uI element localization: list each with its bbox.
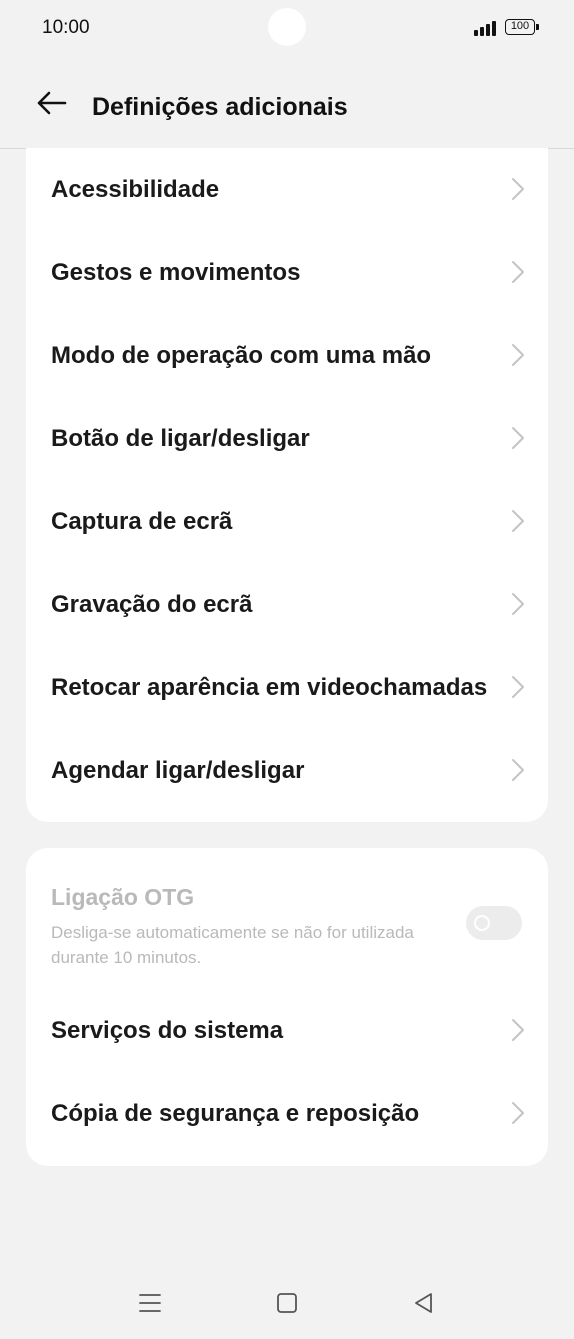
settings-item-backup-reset[interactable]: Cópia de segurança e reposição: [26, 1072, 548, 1155]
chevron-right-icon: [512, 676, 524, 698]
settings-group-2: Ligação OTG Desliga-se automaticamente s…: [26, 848, 548, 1166]
status-bar: 10:00 100: [0, 0, 574, 56]
signal-icon: [474, 20, 498, 36]
settings-group-1: Acessibilidade Gestos e movimentos Modo …: [26, 148, 548, 822]
settings-item-label: Acessibilidade: [51, 176, 220, 203]
settings-item-label: Cópia de segurança e reposição: [51, 1100, 420, 1127]
settings-item-label: Modo de operação com uma mão: [51, 342, 432, 369]
chevron-right-icon: [512, 593, 524, 615]
settings-item-label: Agendar ligar/desligar: [51, 757, 305, 784]
otg-description: Desliga-se automaticamente se não for ut…: [51, 923, 414, 967]
chevron-right-icon: [512, 510, 524, 532]
settings-item-one-hand-mode[interactable]: Modo de operação com uma mão: [26, 314, 548, 397]
arrow-left-icon[interactable]: [34, 86, 68, 120]
battery-icon: 100: [505, 19, 539, 35]
settings-item-label: Retocar aparência em videochamadas: [51, 674, 488, 701]
chevron-right-icon: [512, 1019, 524, 1041]
back-triangle-icon[interactable]: [411, 1290, 437, 1316]
settings-item-gestures[interactable]: Gestos e movimentos: [26, 231, 548, 314]
settings-item-video-call-retouch[interactable]: Retocar aparência em videochamadas: [26, 646, 548, 729]
settings-item-system-services[interactable]: Serviços do sistema: [26, 989, 548, 1072]
phone-screen: 10:00 100 Definições adicionais Acessibi…: [0, 0, 574, 1339]
chevron-right-icon: [512, 344, 524, 366]
chevron-right-icon: [512, 261, 524, 283]
otg-toggle[interactable]: [466, 906, 522, 940]
settings-item-accessibility[interactable]: Acessibilidade: [26, 148, 548, 231]
settings-item-label: Gestos e movimentos: [51, 259, 301, 286]
settings-item-power-button[interactable]: Botão de ligar/desligar: [26, 397, 548, 480]
app-bar: Definições adicionais: [0, 56, 574, 149]
chevron-right-icon: [512, 427, 524, 449]
home-square-icon[interactable]: [274, 1290, 300, 1316]
navigation-bar: [0, 1270, 574, 1339]
status-time: 10:00: [42, 17, 90, 38]
battery-level: 100: [510, 20, 530, 32]
settings-item-label: Captura de ecrã: [51, 508, 233, 535]
settings-item-label: Gravação do ecrã: [51, 591, 253, 618]
settings-item-screen-recording[interactable]: Gravação do ecrã: [26, 563, 548, 646]
chevron-right-icon: [512, 178, 524, 200]
settings-item-label: Botão de ligar/desligar: [51, 425, 310, 452]
settings-item-schedule-power[interactable]: Agendar ligar/desligar: [26, 729, 548, 812]
page-title: Definições adicionais: [92, 93, 348, 121]
otg-title: Ligação OTG: [51, 884, 195, 910]
camera-cutout: [268, 8, 306, 46]
toggle-knob: [474, 915, 490, 931]
chevron-right-icon: [512, 1102, 524, 1124]
chevron-right-icon: [512, 759, 524, 781]
settings-item-screenshot[interactable]: Captura de ecrã: [26, 480, 548, 563]
menu-icon[interactable]: [137, 1290, 163, 1316]
settings-item-label: Serviços do sistema: [51, 1017, 284, 1044]
